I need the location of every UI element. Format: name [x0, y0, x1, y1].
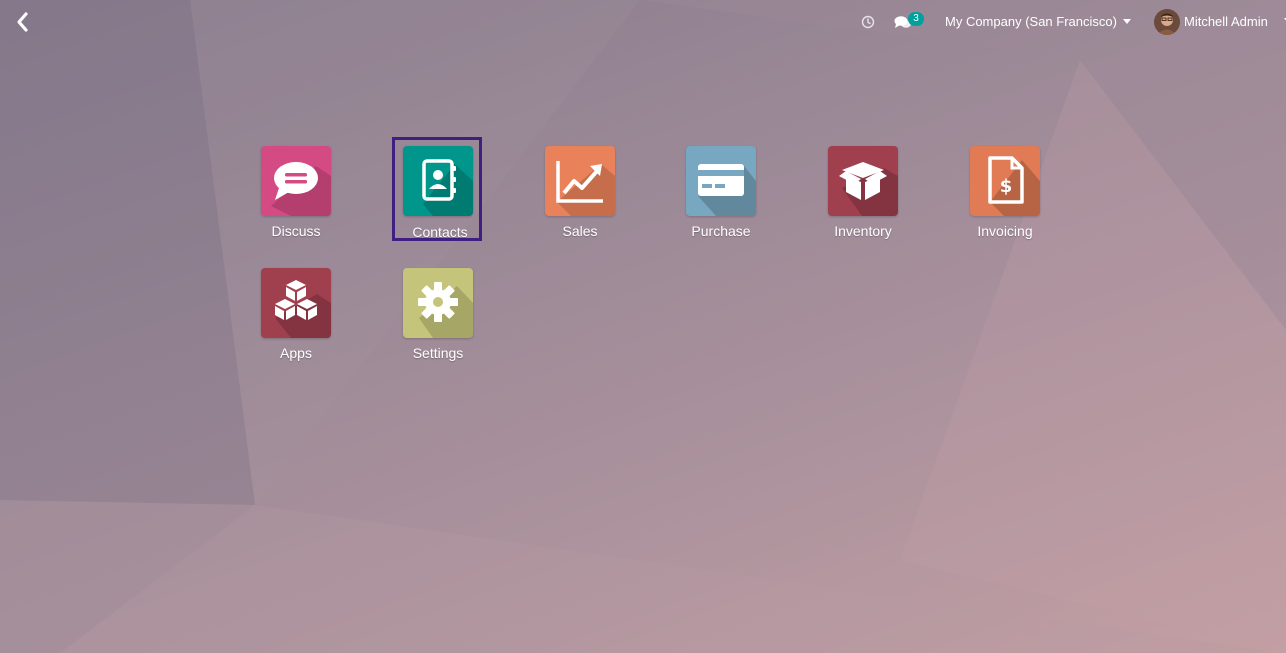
app-icon-tile: $ [970, 146, 1040, 216]
app-label: Inventory [834, 223, 892, 239]
clock-icon [861, 15, 875, 29]
app-label: Purchase [691, 223, 751, 239]
company-name: My Company (San Francisco) [945, 14, 1117, 29]
company-switcher[interactable]: My Company (San Francisco) [945, 14, 1131, 32]
app-icon-tile [261, 146, 331, 216]
messages-count-badge: 3 [908, 12, 924, 26]
app-label: Settings [412, 345, 464, 361]
app-apps[interactable]: Apps [251, 262, 341, 366]
chevron-left-icon [17, 12, 28, 32]
invoice-dollar-icon: $ [988, 156, 1040, 216]
address-book-icon [422, 159, 473, 216]
app-inventory[interactable]: Inventory [818, 140, 908, 244]
app-label: Apps [280, 345, 312, 361]
app-label: Contacts [412, 224, 468, 240]
avatar [1154, 9, 1180, 35]
top-navbar: 3 My Company (San Francisco) Mitchell Ad… [0, 0, 1286, 44]
app-icon-tile [403, 268, 473, 338]
background-pattern [0, 0, 1286, 653]
app-label: Invoicing [977, 223, 1033, 239]
user-menu[interactable]: Mitchell Admin [1154, 9, 1286, 35]
chat-bubble-icon [271, 162, 331, 216]
svg-text:$: $ [1000, 176, 1013, 197]
activity-clock-button[interactable] [861, 15, 875, 29]
open-box-icon [839, 162, 898, 216]
credit-card-icon [698, 164, 756, 216]
app-label: Sales [562, 223, 598, 239]
app-sales[interactable]: Sales [535, 140, 625, 244]
user-name: Mitchell Admin [1184, 14, 1268, 29]
cubes-icon [275, 280, 331, 338]
app-discuss[interactable]: Discuss [251, 140, 341, 244]
app-settings[interactable]: Settings [393, 262, 483, 366]
app-icon-tile [261, 268, 331, 338]
caret-down-icon [1122, 19, 1131, 25]
app-invoicing[interactable]: $ Invoicing [960, 140, 1050, 244]
app-contacts[interactable]: Contacts [392, 137, 482, 241]
app-icon-tile [545, 146, 615, 216]
app-purchase[interactable]: Purchase [676, 140, 766, 244]
back-button[interactable] [12, 10, 34, 34]
app-label: Discuss [271, 223, 321, 239]
gear-icon [418, 282, 473, 338]
app-icon-tile [828, 146, 898, 216]
app-icon-tile [686, 146, 756, 216]
trend-chart-icon [556, 161, 615, 216]
app-icon-tile [403, 146, 473, 216]
messages-button[interactable]: 3 [894, 12, 928, 32]
